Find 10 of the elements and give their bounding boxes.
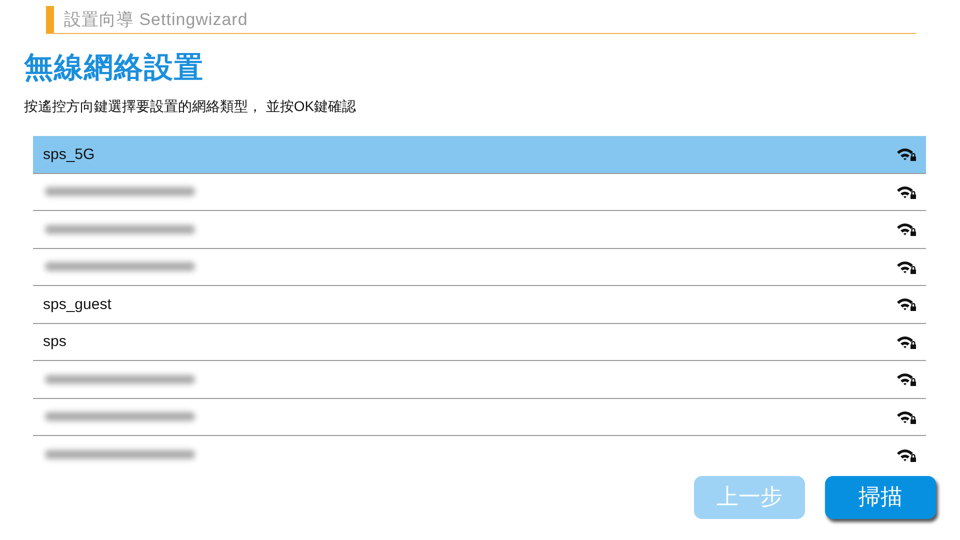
network-item[interactable]: sps (33, 324, 926, 361)
network-item[interactable]: sps_5G (33, 136, 926, 174)
page-title: 無線網絡設置 (24, 51, 205, 86)
network-name: sps (43, 333, 66, 350)
network-item[interactable]: sps_guest (33, 286, 926, 324)
network-name: sps_guest (43, 296, 112, 313)
network-name: sps_5G (43, 146, 95, 163)
wizard-title: 設置向導 Settingwizard (63, 9, 248, 31)
instruction-text: 按遙控方向鍵選擇要設置的網絡類型， 並按OK鍵確認 (24, 98, 358, 116)
accent-bar (46, 6, 54, 33)
